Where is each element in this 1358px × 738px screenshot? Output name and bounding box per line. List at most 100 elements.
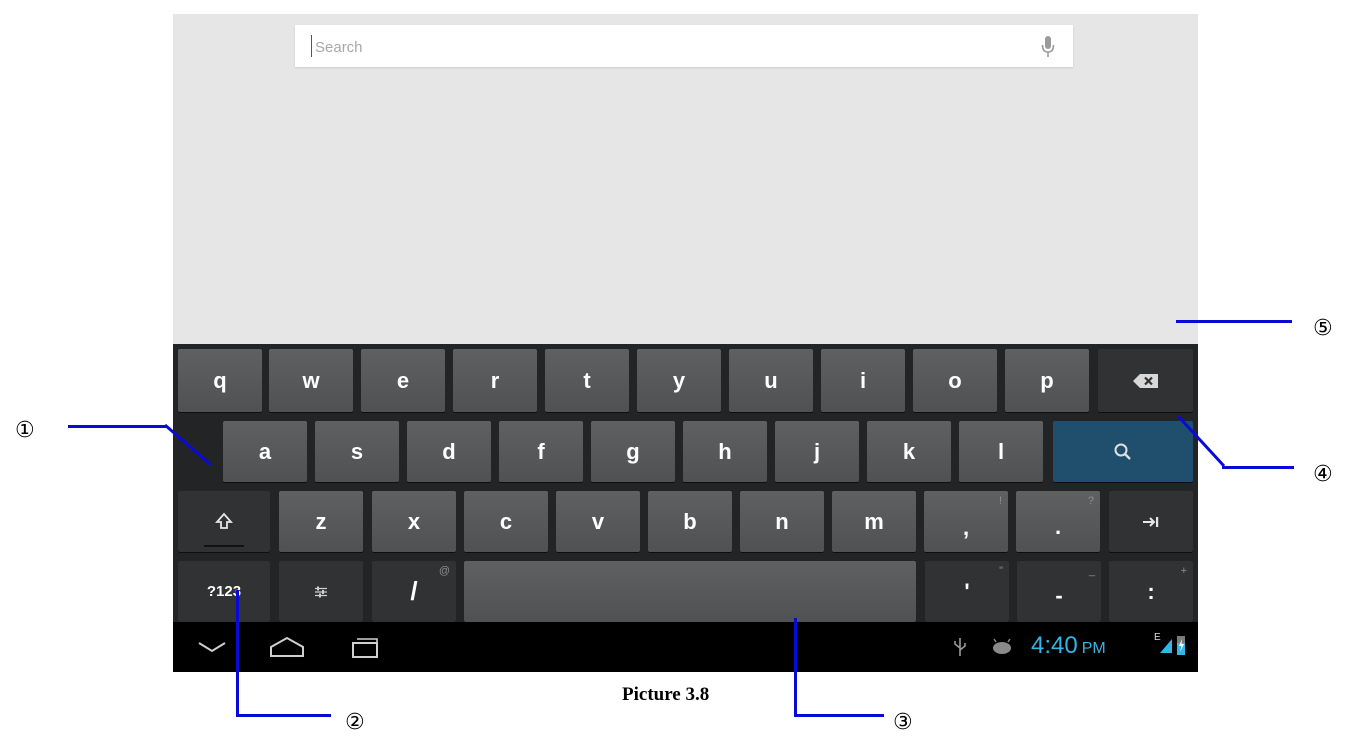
- key-x[interactable]: x: [372, 491, 456, 552]
- space-bar[interactable]: [464, 561, 916, 622]
- key-d[interactable]: d: [407, 421, 491, 482]
- key-label: u: [764, 367, 778, 393]
- callout-1-label: ①: [15, 418, 35, 443]
- key-j[interactable]: j: [775, 421, 859, 482]
- key-t[interactable]: t: [545, 349, 629, 412]
- key-hint: !: [998, 495, 1002, 507]
- key-f[interactable]: f: [499, 421, 583, 482]
- shift-key[interactable]: [178, 491, 270, 552]
- search-icon: [1114, 443, 1131, 460]
- key-c[interactable]: c: [464, 491, 548, 552]
- key-z[interactable]: z: [279, 491, 363, 552]
- usb-icon: [954, 638, 966, 656]
- settings-sliders-icon: [315, 586, 327, 597]
- key-hint: ?: [1087, 495, 1094, 507]
- key-label: v: [591, 508, 605, 534]
- key-label: -: [1055, 582, 1063, 608]
- key-label: c: [499, 508, 513, 534]
- key-label: h: [718, 438, 732, 464]
- key-h[interactable]: h: [683, 421, 767, 482]
- search-bar[interactable]: [295, 25, 1073, 69]
- callout-5-line: [1176, 320, 1292, 323]
- key-label: l: [997, 438, 1005, 464]
- key-label: w: [302, 367, 320, 393]
- tab-arrow-icon: [1143, 516, 1159, 527]
- key-label: d: [442, 438, 456, 464]
- key-i[interactable]: i: [821, 349, 905, 412]
- key-k[interactable]: k: [867, 421, 951, 482]
- key-label: j: [813, 438, 821, 464]
- key-s[interactable]: s: [315, 421, 399, 482]
- key-label: p: [1040, 367, 1054, 393]
- shift-icon: [215, 512, 233, 529]
- key-r[interactable]: r: [453, 349, 537, 412]
- settings-key[interactable]: [279, 561, 363, 622]
- key-y[interactable]: y: [637, 349, 721, 412]
- key-label: m: [864, 508, 884, 534]
- shift-indicator: [204, 545, 244, 547]
- key-apostrophe[interactable]: ' ": [925, 561, 1009, 622]
- key-label: y: [672, 367, 686, 393]
- key-e[interactable]: e: [361, 349, 445, 412]
- search-input[interactable]: [313, 25, 1017, 69]
- key-label: e: [396, 367, 410, 393]
- key-label: s: [350, 438, 364, 464]
- key-w[interactable]: w: [269, 349, 353, 412]
- text-cursor: [311, 35, 312, 57]
- key-v[interactable]: v: [556, 491, 640, 552]
- home-icon[interactable]: [269, 636, 305, 658]
- backspace-icon: [1132, 373, 1158, 388]
- key-colon[interactable]: : +: [1109, 561, 1193, 622]
- microphone-icon[interactable]: [1041, 35, 1055, 59]
- callout-1-line: [68, 425, 166, 428]
- recent-apps-icon[interactable]: [349, 635, 381, 659]
- key-u[interactable]: u: [729, 349, 813, 412]
- key-label: a: [258, 438, 272, 464]
- key-label: i: [859, 367, 867, 393]
- key-g[interactable]: g: [591, 421, 675, 482]
- key-period[interactable]: . ?: [1016, 491, 1100, 552]
- key-comma[interactable]: , !: [924, 491, 1008, 552]
- key-hint: ": [999, 565, 1003, 577]
- key-label: /: [410, 576, 418, 606]
- callout-5-label: ⑤: [1313, 316, 1333, 341]
- callout-4-pointer: [1176, 414, 1226, 468]
- key-label: r: [490, 367, 500, 393]
- key-label: g: [626, 438, 640, 464]
- hide-keyboard-icon[interactable]: [197, 640, 227, 654]
- soft-keyboard: q w e r t y u i o p a s d f g h j k l z …: [173, 344, 1198, 622]
- callout-2-label: ②: [345, 710, 365, 735]
- key-label: x: [407, 508, 421, 534]
- key-m[interactable]: m: [832, 491, 916, 552]
- key-a[interactable]: a: [223, 421, 307, 482]
- key-slash[interactable]: / @: [372, 561, 456, 622]
- callout-4-label: ④: [1313, 462, 1333, 487]
- key-o[interactable]: o: [913, 349, 997, 412]
- key-b[interactable]: b: [648, 491, 732, 552]
- key-label: o: [948, 367, 962, 393]
- key-label: b: [683, 508, 697, 534]
- callout-2-line: [236, 714, 331, 717]
- backspace-key[interactable]: [1098, 349, 1193, 412]
- key-l[interactable]: l: [959, 421, 1043, 482]
- app-content-area: [173, 14, 1198, 344]
- key-p[interactable]: p: [1005, 349, 1089, 412]
- callout-4-line: [1222, 466, 1294, 469]
- key-label: z: [315, 508, 327, 534]
- numbers-key[interactable]: ?123: [178, 561, 270, 622]
- key-q[interactable]: q: [178, 349, 262, 412]
- clock-ampm: PM: [1081, 640, 1106, 657]
- clock-time: 4:40: [1031, 632, 1078, 659]
- key-hint: _: [1088, 565, 1095, 577]
- key-label: k: [902, 438, 916, 464]
- tab-key[interactable]: [1109, 491, 1193, 552]
- search-key[interactable]: [1053, 421, 1193, 482]
- key-dash[interactable]: - _: [1017, 561, 1101, 622]
- key-label: ': [964, 578, 970, 604]
- key-n[interactable]: n: [740, 491, 824, 552]
- callout-3-line: [794, 714, 884, 717]
- callout-1-pointer: [164, 424, 212, 467]
- debug-android-icon: [993, 638, 1011, 654]
- key-label: :: [1147, 578, 1155, 604]
- status-clock: 4:40 PM: [1031, 632, 1106, 660]
